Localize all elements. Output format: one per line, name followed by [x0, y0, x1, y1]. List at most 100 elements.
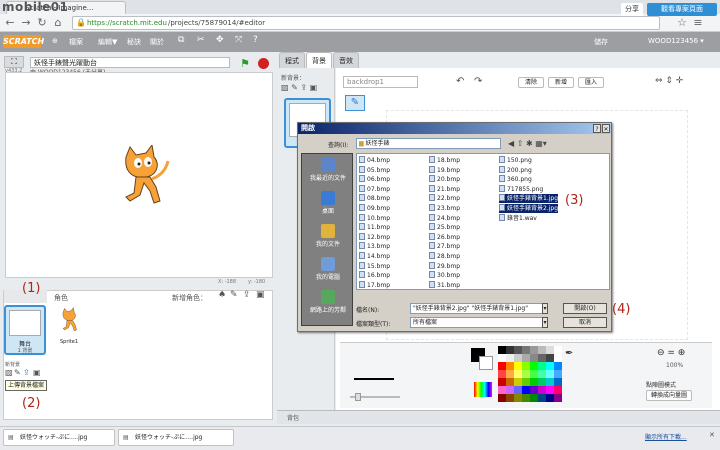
color-swatch[interactable] — [514, 370, 522, 378]
open-button[interactable]: 開啟(O) — [563, 303, 607, 314]
color-swatch[interactable] — [538, 370, 546, 378]
home-icon[interactable]: ⌂ — [52, 16, 64, 30]
cat-sprite-icon[interactable] — [116, 145, 171, 207]
color-swatch[interactable] — [538, 394, 546, 402]
color-swatch[interactable] — [530, 370, 538, 378]
menu-edit[interactable]: 編輯▼ — [98, 37, 117, 47]
globe-icon[interactable]: ⊕ — [52, 37, 58, 45]
backdrop-upload-icon[interactable]: ⇪ — [23, 368, 30, 377]
color-swatch[interactable] — [506, 354, 514, 362]
file-item[interactable]: 23.bmp — [429, 204, 460, 213]
dialog-help-icon[interactable]: ? — [593, 124, 601, 133]
file-item[interactable]: 16.bmp — [359, 271, 390, 280]
stage-thumbnail[interactable]: 舞台 1 背景 — [4, 305, 46, 355]
color-swatch[interactable] — [522, 394, 530, 402]
color-swatch[interactable] — [546, 394, 554, 402]
color-swatch[interactable] — [546, 346, 554, 354]
download-item-2[interactable]: ▤ 妖怪ウォッチ-ぷに….jpg — [118, 429, 234, 446]
shrink-icon[interactable]: ⤧ — [235, 35, 242, 45]
backdrop-camera-icon[interactable]: ▣ — [33, 368, 41, 377]
list-library-icon[interactable]: ▨ ✎ ⇪ ▣ — [281, 83, 317, 92]
see-project-page-button[interactable]: 觀看專案頁面 — [647, 3, 717, 16]
color-picker-spectrum[interactable] — [474, 382, 492, 397]
color-swatch[interactable] — [530, 346, 538, 354]
color-swatch[interactable] — [522, 370, 530, 378]
backdrop-paint-icon[interactable]: ✎ — [14, 368, 21, 377]
filename-dropdown-icon[interactable]: ▾ — [542, 303, 548, 314]
color-swatch[interactable] — [546, 378, 554, 386]
color-swatch[interactable] — [514, 346, 522, 354]
file-item[interactable]: 17.bmp — [359, 280, 390, 290]
color-swatch[interactable] — [514, 362, 522, 370]
slider-handle[interactable] — [355, 393, 361, 401]
color-swatch[interactable] — [498, 354, 506, 362]
color-swatch[interactable] — [554, 346, 562, 354]
dialog-nav-icons[interactable]: ◀ ⇧ ✱ ▦▾ — [508, 139, 547, 148]
color-swatch[interactable] — [498, 378, 506, 386]
color-swatch[interactable] — [530, 386, 538, 394]
places-item[interactable]: 網路上的芳鄰 — [302, 290, 354, 314]
color-swatch[interactable] — [506, 346, 514, 354]
file-item[interactable]: 29.bmp — [429, 261, 460, 271]
cut-icon[interactable]: ✂ — [197, 35, 205, 45]
forward-arrow-icon[interactable]: → — [20, 16, 32, 30]
color-swatch[interactable] — [514, 386, 522, 394]
color-swatch[interactable] — [546, 354, 554, 362]
convert-vector-button[interactable]: 轉換成向量圖 — [646, 390, 692, 401]
color-swatch[interactable] — [554, 362, 562, 370]
back-arrow-icon[interactable]: ← — [4, 16, 16, 30]
share-button[interactable]: 分享 — [621, 3, 643, 16]
menu-file[interactable]: 檔案 — [69, 37, 83, 47]
color-swatch[interactable] — [530, 378, 538, 386]
wrench-icon[interactable]: ≡ — [692, 16, 704, 30]
sprite1-thumbnail[interactable]: Sprite1 — [52, 305, 86, 347]
color-swatch[interactable] — [538, 362, 546, 370]
color-swatch[interactable] — [522, 346, 530, 354]
color-swatch[interactable] — [554, 386, 562, 394]
file-item[interactable]: 14.bmp — [359, 252, 390, 261]
cancel-button[interactable]: 取消 — [563, 317, 607, 328]
paint-brush-icon[interactable]: ✎ — [230, 290, 238, 300]
file-item[interactable]: 27.bmp — [429, 242, 460, 251]
file-item[interactable]: 717855.png — [499, 184, 543, 194]
reload-icon[interactable]: ↻ — [36, 16, 48, 30]
file-item[interactable]: 妖怪手錶背景1.jpg — [499, 194, 559, 204]
show-all-downloads-link[interactable]: 顯示所有下載... — [645, 432, 687, 441]
url-input[interactable]: 🔒 https://scratch.mit.edu /projects/7587… — [72, 16, 660, 30]
backdrop-name-input[interactable]: backdrop1 — [343, 76, 418, 88]
filetype-dropdown-icon[interactable]: ▾ — [542, 317, 548, 328]
clear-button[interactable]: 清除 — [518, 77, 544, 88]
redo-icon[interactable]: ↷ — [474, 76, 482, 87]
dialog-close-icon[interactable]: ✕ — [602, 124, 610, 133]
file-item[interactable]: 13.bmp — [359, 242, 390, 251]
stage-canvas[interactable] — [5, 72, 273, 278]
color-swatch[interactable] — [538, 346, 546, 354]
zoom-controls[interactable]: ⊖ = ⊕ — [657, 348, 685, 358]
file-item[interactable]: 24.bmp — [429, 213, 460, 223]
file-list[interactable]: 04.bmp 05.bmp 06.bmp 07.bmp 08.bmp 09.bmp 10.b… — [356, 153, 610, 290]
file-item[interactable]: 錄音1.wav — [499, 213, 537, 223]
bookmark-star-icon[interactable]: ☆ — [676, 16, 688, 30]
color-swatch[interactable] — [546, 362, 554, 370]
color-swatch[interactable] — [546, 370, 554, 378]
color-swatch-grid[interactable] — [498, 346, 562, 402]
color-swatch[interactable] — [554, 394, 562, 402]
file-item[interactable]: 200.png — [499, 165, 532, 175]
sprite-library-icon[interactable]: ♠ — [218, 290, 226, 300]
file-item[interactable]: 150.png — [499, 156, 532, 165]
secondary-color-swatch[interactable] — [479, 356, 493, 370]
color-swatch[interactable] — [506, 370, 514, 378]
menu-tips[interactable]: 秘訣 — [127, 37, 141, 47]
filename-input[interactable]: "妖怪手錶背景2.jpg" "妖怪手錶背景1.jpg" — [410, 303, 548, 314]
file-item[interactable]: 07.bmp — [359, 184, 390, 194]
help-icon[interactable]: ? — [253, 35, 258, 45]
places-item[interactable]: 桌面 — [302, 191, 354, 215]
file-item[interactable]: 31.bmp — [429, 280, 460, 290]
color-swatch[interactable] — [498, 362, 506, 370]
tab-scripts[interactable]: 程式 — [279, 52, 305, 68]
places-item[interactable]: 我的電腦 — [302, 257, 354, 281]
tab-backdrops[interactable]: 背景 — [306, 52, 332, 68]
backdrop-library-icon[interactable]: ▨ — [5, 368, 13, 377]
flip-icons[interactable]: ⇔ ⇕ ✛ — [655, 76, 683, 86]
grow-icon[interactable]: ✥ — [216, 35, 224, 45]
